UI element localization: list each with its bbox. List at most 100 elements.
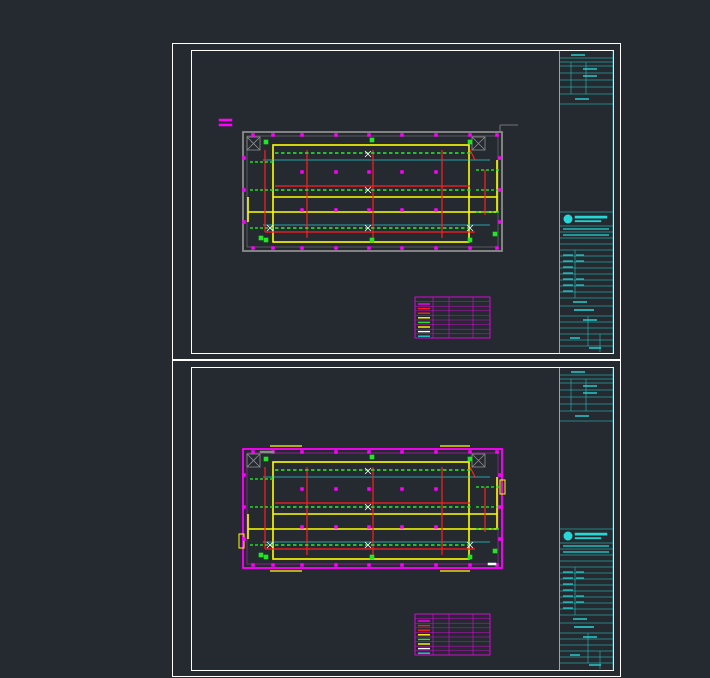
firm-name-text bbox=[574, 537, 602, 540]
column-mark bbox=[367, 525, 371, 529]
column-mark bbox=[468, 133, 472, 137]
column-mark bbox=[334, 170, 338, 174]
column-mark bbox=[251, 563, 255, 567]
column-mark bbox=[367, 450, 371, 454]
column-mark bbox=[271, 246, 275, 250]
note-text bbox=[218, 118, 233, 122]
column-mark bbox=[400, 133, 404, 137]
column-mark bbox=[300, 246, 304, 250]
column-mark bbox=[242, 537, 246, 541]
junction-box bbox=[467, 554, 473, 560]
column-mark bbox=[334, 487, 338, 491]
sheet-inner-frame bbox=[191, 50, 614, 354]
column-mark bbox=[434, 525, 438, 529]
column-mark bbox=[367, 246, 371, 250]
column-mark bbox=[271, 563, 275, 567]
column-mark bbox=[495, 246, 499, 250]
column-mark bbox=[498, 156, 502, 160]
column-mark bbox=[434, 170, 438, 174]
title-block bbox=[559, 51, 614, 353]
column-mark bbox=[334, 133, 338, 137]
column-mark bbox=[498, 537, 502, 541]
floor-plan bbox=[238, 445, 506, 572]
column-mark bbox=[300, 525, 304, 529]
column-mark bbox=[334, 563, 338, 567]
firm-name-text bbox=[574, 215, 608, 219]
column-mark bbox=[251, 133, 255, 137]
junction-box bbox=[467, 139, 473, 145]
column-mark bbox=[468, 246, 472, 250]
column-mark bbox=[251, 450, 255, 454]
column-mark bbox=[434, 133, 438, 137]
column-mark bbox=[434, 208, 438, 212]
junction-box bbox=[263, 554, 269, 560]
sheet-inner-frame bbox=[191, 367, 614, 671]
column-mark bbox=[300, 487, 304, 491]
junction-box bbox=[467, 237, 473, 243]
column-mark bbox=[367, 133, 371, 137]
column-mark bbox=[334, 450, 338, 454]
column-mark bbox=[400, 487, 404, 491]
sheet-outer-frame bbox=[172, 360, 621, 677]
column-mark bbox=[400, 246, 404, 250]
column-mark bbox=[242, 188, 246, 192]
column-mark bbox=[300, 170, 304, 174]
column-mark bbox=[400, 170, 404, 174]
junction-box bbox=[263, 139, 269, 145]
column-mark bbox=[242, 505, 246, 509]
column-mark bbox=[367, 208, 371, 212]
drawing-sheet-1[interactable] bbox=[172, 43, 621, 360]
column-mark bbox=[434, 487, 438, 491]
column-mark bbox=[334, 246, 338, 250]
column-mark bbox=[498, 188, 502, 192]
junction-box bbox=[258, 235, 264, 241]
column-mark bbox=[434, 563, 438, 567]
junction-box bbox=[492, 231, 498, 237]
column-mark bbox=[367, 563, 371, 567]
column-mark bbox=[242, 220, 246, 224]
column-mark bbox=[242, 473, 246, 477]
column-mark bbox=[400, 525, 404, 529]
column-mark bbox=[300, 563, 304, 567]
note-text bbox=[487, 562, 497, 566]
column-mark bbox=[400, 563, 404, 567]
column-mark bbox=[434, 246, 438, 250]
column-mark bbox=[367, 487, 371, 491]
firm-logo-icon bbox=[563, 531, 573, 541]
column-mark bbox=[300, 208, 304, 212]
junction-box bbox=[369, 237, 375, 243]
column-mark bbox=[251, 246, 255, 250]
column-mark bbox=[468, 450, 472, 454]
firm-name-text bbox=[574, 532, 608, 536]
note-text bbox=[218, 123, 233, 127]
sheet-outer-frame bbox=[172, 43, 621, 360]
junction-box bbox=[258, 552, 264, 558]
title-block bbox=[559, 368, 614, 670]
legend-table bbox=[414, 296, 491, 339]
legend-table bbox=[414, 613, 491, 656]
junction-box bbox=[369, 554, 375, 560]
column-mark bbox=[498, 220, 502, 224]
column-mark bbox=[300, 133, 304, 137]
column-mark bbox=[334, 208, 338, 212]
column-mark bbox=[434, 450, 438, 454]
column-mark bbox=[468, 563, 472, 567]
drawing-sheet-2[interactable] bbox=[172, 360, 621, 677]
firm-logo-icon bbox=[563, 214, 573, 224]
column-mark bbox=[498, 505, 502, 509]
junction-box bbox=[369, 454, 375, 460]
column-mark bbox=[495, 450, 499, 454]
column-mark bbox=[400, 208, 404, 212]
cad-viewport[interactable] bbox=[0, 0, 710, 678]
column-mark bbox=[242, 156, 246, 160]
floor-plan bbox=[218, 118, 518, 252]
junction-box bbox=[369, 137, 375, 143]
note-text bbox=[259, 450, 275, 454]
column-mark bbox=[367, 170, 371, 174]
column-mark bbox=[400, 450, 404, 454]
column-mark bbox=[498, 473, 502, 477]
junction-box bbox=[492, 548, 498, 554]
junction-box bbox=[263, 237, 269, 243]
junction-box bbox=[467, 456, 473, 462]
junction-box bbox=[263, 456, 269, 462]
